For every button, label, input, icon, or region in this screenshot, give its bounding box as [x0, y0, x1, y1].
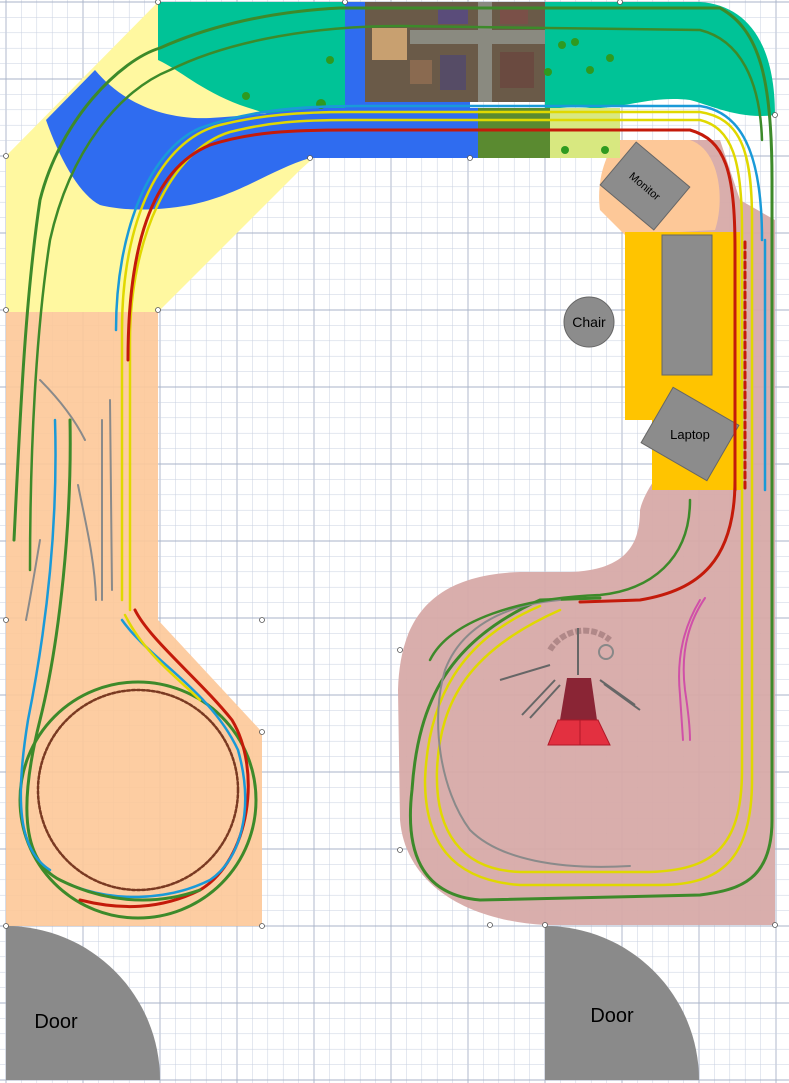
farm-field-2	[550, 108, 620, 158]
desk-left-block	[625, 232, 657, 420]
town-road	[410, 30, 545, 44]
junction-node	[3, 307, 9, 313]
farm-field	[478, 108, 550, 158]
town-park	[545, 2, 620, 102]
speaker-box	[661, 234, 713, 376]
building-3	[440, 55, 466, 90]
laptop-label: Laptop	[670, 427, 710, 442]
chair-label: Chair	[572, 314, 606, 330]
junction-node	[542, 922, 548, 928]
junction-node	[259, 617, 265, 623]
junction-node	[617, 0, 623, 5]
junction-node	[397, 647, 403, 653]
door-right-swing	[545, 926, 699, 1080]
junction-node	[342, 0, 348, 5]
junction-node	[307, 155, 313, 161]
junction-node	[259, 729, 265, 735]
junction-node	[467, 155, 473, 161]
junction-node	[772, 112, 778, 118]
building-1	[438, 8, 468, 24]
building-2	[500, 8, 528, 24]
layout-plan-canvas: Monitor Chair Laptop Door Door	[0, 0, 789, 1083]
door-right-label: Door	[590, 1005, 634, 1027]
tree	[586, 66, 594, 74]
junction-node	[3, 617, 9, 623]
door-left-label: Door	[34, 1011, 78, 1033]
building-4	[500, 52, 534, 88]
tree	[242, 92, 250, 100]
chair: Chair	[563, 296, 615, 348]
junction-node	[397, 847, 403, 853]
junction-node	[3, 923, 9, 929]
town-road-vertical	[478, 2, 492, 102]
junction-node	[3, 153, 9, 159]
junction-node	[259, 923, 265, 929]
building-5	[410, 60, 432, 84]
junction-node	[772, 922, 778, 928]
junction-node	[155, 0, 161, 5]
tree	[571, 38, 579, 46]
tree	[558, 41, 566, 49]
tree	[606, 54, 614, 62]
junction-node	[487, 922, 493, 928]
tree	[561, 146, 569, 154]
door-left-swing	[6, 926, 160, 1080]
junction-node	[155, 307, 161, 313]
tree	[326, 56, 334, 64]
town-plaza	[372, 28, 407, 60]
tree	[544, 68, 552, 76]
tree	[601, 146, 609, 154]
